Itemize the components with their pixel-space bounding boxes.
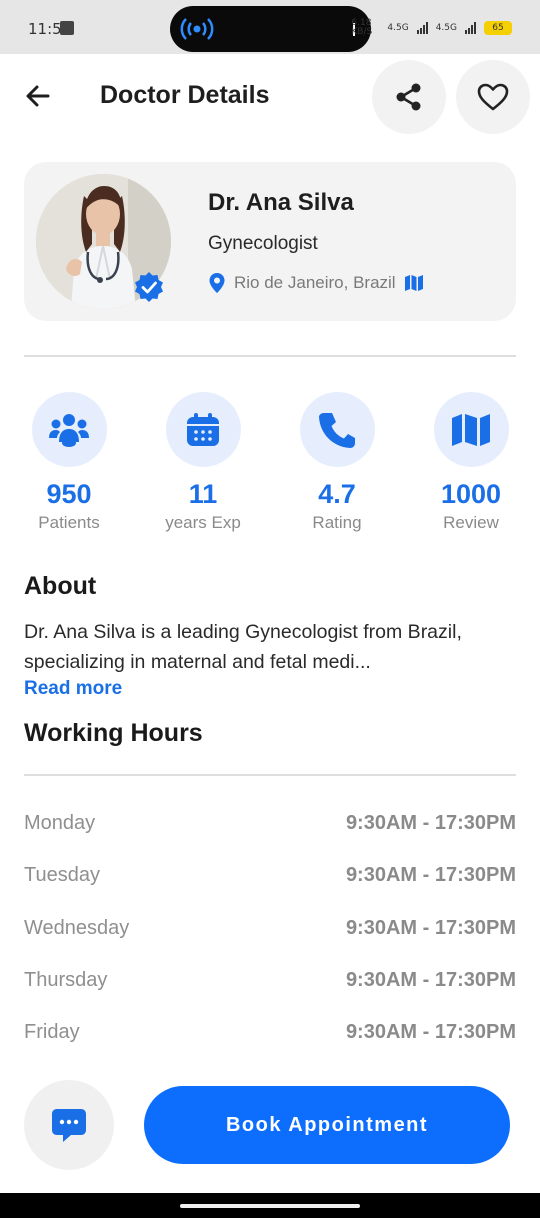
- stat-value: 1000: [440, 479, 502, 509]
- stat-icon-circle: [299, 392, 375, 467]
- people-icon: [49, 413, 89, 447]
- doctor-location: Rio de Janeiro, Brazil: [208, 272, 424, 294]
- battery-icon: 65: [484, 21, 512, 35]
- app-header: Doctor Details: [0, 54, 540, 142]
- dynamic-island: [170, 6, 371, 52]
- hours-day: Monday: [24, 812, 96, 834]
- working-hours-title: Working Hours: [24, 719, 203, 747]
- chat-bubble-icon: [52, 1109, 86, 1142]
- hours-day: Wednesday: [24, 917, 130, 939]
- stat-review: 1000 Review: [404, 392, 538, 533]
- hours-row: Tuesday 9:30AM - 17:30PM: [24, 864, 516, 894]
- stat-rating: 4.7 Rating: [270, 392, 404, 533]
- calendar-icon: [187, 412, 219, 446]
- net-speed: 6.18 KB/S: [351, 18, 373, 37]
- hours-day: Friday: [24, 1021, 80, 1043]
- stat-label: Rating: [312, 513, 362, 532]
- stat-patients: 950 Patients: [2, 392, 136, 533]
- stat-label: Patients: [38, 513, 100, 532]
- book-appointment-button[interactable]: Book Appointment: [144, 1086, 510, 1164]
- heart-icon: [477, 83, 509, 111]
- signal-1-icon: [416, 22, 428, 34]
- signal-2-icon: [465, 22, 476, 34]
- status-bar: 11:56 6.18 KB/S 4.5G 4.5G 65: [0, 0, 540, 54]
- map-icon[interactable]: [404, 274, 424, 292]
- read-more-link[interactable]: Read more: [24, 678, 122, 700]
- hours-time: 9:30AM - 17:30PM: [345, 917, 516, 939]
- hours-time: 9:30AM - 17:30PM: [345, 812, 516, 834]
- hours-day: Thursday: [24, 969, 108, 991]
- stat-icon-circle: [31, 392, 107, 467]
- hours-row: Monday 9:30AM - 17:30PM: [24, 812, 516, 842]
- hours-time: 9:30AM - 17:30PM: [345, 864, 516, 886]
- doctor-name: Dr. Ana Silva: [208, 189, 354, 216]
- hours-day: Tuesday: [24, 864, 100, 886]
- battery-level: 65: [492, 23, 504, 33]
- map-icon: [452, 413, 490, 446]
- arrow-left-icon: [26, 85, 50, 107]
- stat-icon-circle: [433, 392, 509, 467]
- status-indicators: 6.18 KB/S 4.5G 4.5G 65: [351, 18, 512, 38]
- about-title: About: [24, 572, 97, 600]
- stat-value: 4.7: [318, 479, 356, 509]
- phone-icon: [319, 412, 355, 448]
- verified-badge-icon: [135, 272, 163, 302]
- hours-row: Wednesday 9:30AM - 17:30PM: [24, 917, 516, 947]
- favorite-button[interactable]: [456, 60, 530, 134]
- location-pin-icon: [209, 273, 225, 293]
- hours-row: Friday 9:30AM - 17:30PM: [24, 1021, 516, 1051]
- divider: [24, 355, 516, 357]
- stat-icon-circle: [165, 392, 241, 467]
- stat-label: Review: [443, 513, 499, 532]
- stat-experience: 11 years Exp: [136, 392, 270, 533]
- about-text: Dr. Ana Silva is a leading Gynecologist …: [24, 621, 462, 673]
- share-button[interactable]: [372, 60, 446, 134]
- doctor-specialty: Gynecologist: [208, 233, 318, 254]
- hotspot-icon: [180, 18, 214, 40]
- hours-time: 9:30AM - 17:30PM: [345, 969, 516, 991]
- doctor-profile-card: Dr. Ana Silva Gynecologist Rio de Janeir…: [24, 162, 516, 321]
- chat-button[interactable]: [24, 1080, 114, 1170]
- system-nav-bar: [0, 1193, 540, 1218]
- stat-value: 950: [46, 479, 92, 509]
- signal-1-label: 4.5G: [387, 23, 409, 33]
- divider: [24, 774, 516, 776]
- signal-2-label: 4.5G: [435, 23, 457, 33]
- stat-value: 11: [188, 479, 218, 509]
- back-button[interactable]: [22, 80, 54, 112]
- app-notification-icon: [60, 21, 74, 35]
- hours-time: 9:30AM - 17:30PM: [345, 1021, 516, 1043]
- hours-row: Thursday 9:30AM - 17:30PM: [24, 969, 516, 999]
- location-text: Rio de Janeiro, Brazil: [234, 273, 396, 292]
- share-icon: [396, 83, 421, 111]
- page-title: Doctor Details: [100, 81, 270, 109]
- stat-label: years Exp: [165, 513, 241, 532]
- home-indicator[interactable]: [180, 1204, 360, 1208]
